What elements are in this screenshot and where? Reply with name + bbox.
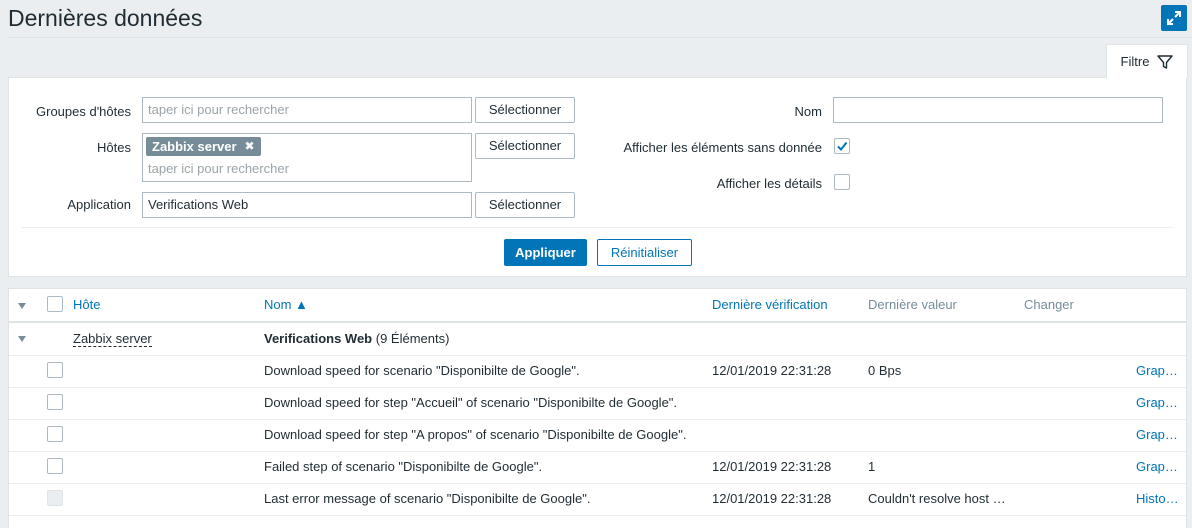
column-name[interactable]: Nom ▲ [264, 297, 308, 312]
row-name: Last error message of scenario "Disponib… [264, 491, 591, 506]
row-last-value: 0 Bps [868, 363, 902, 378]
table-row: Download speed for step "Accueil" of sce… [9, 387, 1186, 420]
column-host[interactable]: Hôte [73, 297, 100, 312]
table-row: Download speed for scenario "Disponibilt… [9, 355, 1186, 388]
row-checkbox[interactable] [47, 394, 63, 410]
row-history-link[interactable]: Histo… [1136, 491, 1179, 506]
show-details-label: Afficher les détails [716, 176, 822, 191]
row-last-check: 12/01/2019 22:31:28 [712, 363, 832, 378]
collapse-all-icon[interactable] [18, 303, 26, 309]
row-graph-link[interactable]: Grap… [1136, 427, 1178, 442]
show-without-data-checkbox[interactable] [834, 138, 850, 154]
filter-panel: Groupes d'hôtes taper ici pour recherche… [8, 77, 1187, 277]
row-checkbox[interactable] [47, 426, 63, 442]
name-label: Nom [794, 104, 822, 119]
page-title: Dernières données [8, 5, 203, 31]
funnel-icon [1157, 54, 1174, 69]
group-app-name: Verifications Web [264, 331, 373, 346]
hosts-label: Hôtes [97, 140, 131, 155]
remove-tag-icon[interactable]: ✖ [245, 137, 255, 156]
latest-data-table: Hôte Nom ▲ Dernière vérification Dernièr… [8, 288, 1187, 528]
application-label: Application [67, 197, 131, 212]
row-last-check: 12/01/2019 22:31:28 [712, 459, 832, 474]
fullscreen-button[interactable] [1161, 5, 1187, 31]
reset-button[interactable]: Réinitialiser [597, 239, 692, 266]
group-host-link[interactable]: Zabbix server [73, 331, 152, 347]
apply-button[interactable]: Appliquer [504, 239, 587, 266]
host-tag-label: Zabbix server [152, 139, 237, 154]
group-host-cell: Zabbix server [73, 331, 152, 347]
table-header: Hôte Nom ▲ Dernière vérification Dernièr… [9, 289, 1186, 323]
hosts-multiselect[interactable]: Zabbix server ✖ taper ici pour recherche… [142, 133, 472, 182]
row-last-value: Couldn't resolve host … [868, 491, 1006, 506]
title-divider [8, 37, 1192, 38]
table-row: Last error message of scenario "Disponib… [9, 483, 1186, 516]
filter-tab-label: Filtre [1120, 54, 1150, 69]
row-name: Download speed for scenario "Disponibilt… [264, 363, 580, 378]
filter-tab[interactable]: Filtre [1106, 44, 1188, 78]
column-last-value: Dernière valeur [868, 297, 957, 312]
group-application: Verifications Web (9 Éléments) [264, 331, 449, 346]
host-groups-select-button[interactable]: Sélectionner [475, 97, 575, 123]
row-name: Download speed for step "Accueil" of sce… [264, 395, 678, 410]
row-name: Failed step of scenario "Disponibilte de… [264, 459, 543, 474]
row-last-check: 12/01/2019 22:31:28 [712, 491, 832, 506]
row-last-value: 1 [868, 459, 876, 474]
row-name: Download speed for step "A propos" of sc… [264, 427, 687, 442]
table-row: Download speed for step "A propos" of sc… [9, 419, 1186, 452]
host-groups-label: Groupes d'hôtes [36, 104, 131, 119]
row-graph-link[interactable]: Grap… [1136, 363, 1178, 378]
application-select-button[interactable]: Sélectionner [475, 192, 575, 218]
table-row: Failed step of scenario "Disponibilte de… [9, 451, 1186, 484]
host-tag: Zabbix server ✖ [146, 137, 261, 156]
name-input[interactable] [833, 97, 1163, 123]
expand-icon [1167, 11, 1181, 25]
row-checkbox [47, 490, 63, 506]
select-all-checkbox[interactable] [47, 296, 63, 312]
hosts-select-button[interactable]: Sélectionner [475, 133, 575, 159]
host-group-row: Zabbix server Verifications Web (9 Éléme… [9, 323, 1186, 356]
row-checkbox[interactable] [47, 362, 63, 378]
host-groups-input[interactable]: taper ici pour rechercher [142, 97, 472, 123]
column-last-check[interactable]: Dernière vérification [712, 297, 828, 312]
application-input[interactable]: Verifications Web [142, 192, 472, 218]
column-change: Changer [1024, 297, 1074, 312]
filter-divider [22, 227, 1173, 228]
hosts-input[interactable]: taper ici pour rechercher [148, 161, 289, 176]
row-graph-link[interactable]: Grap… [1136, 395, 1178, 410]
checkmark-icon [837, 141, 848, 152]
group-app-count: (9 Éléments) [375, 331, 450, 346]
collapse-group-icon[interactable] [18, 336, 26, 342]
row-graph-link[interactable]: Grap… [1136, 459, 1178, 474]
show-details-checkbox[interactable] [834, 174, 850, 190]
row-checkbox[interactable] [47, 458, 63, 474]
show-without-data-label: Afficher les éléments sans donnée [623, 140, 823, 155]
